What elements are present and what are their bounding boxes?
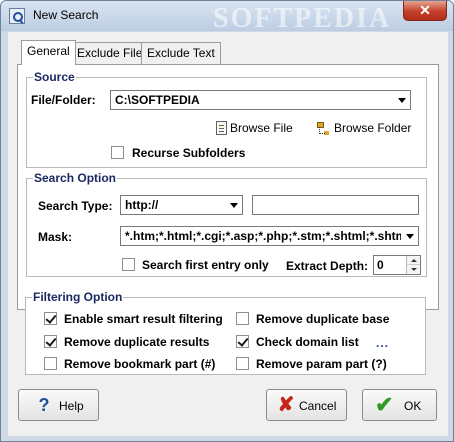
remove-duplicate-results-checkbox[interactable] (44, 335, 57, 348)
spin-up-icon[interactable] (406, 256, 420, 265)
title-bar[interactable]: New Search SOFTPEDIA ✕ (1, 1, 453, 34)
filtering-option-group: Filtering Option Enable smart result fil… (25, 289, 426, 375)
watermark-logo: SOFTPEDIA (213, 3, 392, 34)
recurse-subfolders-checkbox[interactable] (111, 146, 124, 159)
source-group: Source File/Folder: C:\SOFTPEDIA Browse … (26, 69, 427, 168)
search-type-combobox[interactable]: http:// (120, 195, 243, 215)
new-search-dialog: New Search SOFTPEDIA ✕ General Exclude F… (0, 0, 454, 442)
general-tab-panel: Source File/Folder: C:\SOFTPEDIA Browse … (17, 64, 439, 310)
cancel-button-label: Cancel (299, 399, 337, 413)
help-button-label: Help (59, 399, 84, 413)
smart-filtering-label: Enable smart result filtering (64, 312, 223, 326)
tab-exclude-text[interactable]: Exclude Text (141, 42, 221, 64)
tab-exclude-file[interactable]: Exclude File (71, 42, 149, 64)
remove-duplicate-results-label: Remove duplicate results (64, 335, 210, 349)
spin-down-icon[interactable] (406, 265, 420, 274)
smart-filtering-checkbox[interactable] (44, 312, 57, 325)
remove-duplicate-base-label: Remove duplicate base (256, 312, 390, 326)
file-icon (216, 121, 227, 135)
search-type-label: Search Type: (38, 199, 113, 213)
recurse-subfolders-label: Recurse Subfolders (132, 146, 246, 160)
search-option-group: Search Option Search Type: http:// Mask:… (26, 170, 427, 277)
ok-button-label: OK (404, 399, 422, 413)
mask-value: *.htm;*.html;*.cgi;*.asp;*.php;*.stm;*.s… (125, 229, 401, 243)
help-button[interactable]: ? Help (18, 389, 99, 421)
tab-general[interactable]: General (21, 40, 76, 65)
mask-label: Mask: (38, 230, 73, 244)
browse-file-label: Browse File (230, 121, 293, 135)
filtering-option-group-title: Filtering Option (32, 289, 124, 305)
search-option-group-title: Search Option (33, 170, 118, 186)
remove-param-label: Remove param part (?) (256, 357, 387, 371)
cancel-x-icon: ✘ (277, 394, 295, 416)
browse-folder-label: Browse Folder (334, 121, 412, 135)
browse-folder-button[interactable]: Browse Folder (315, 120, 411, 136)
search-app-icon (9, 8, 25, 24)
extract-depth-spinner[interactable]: 0 (373, 255, 421, 275)
search-type-value: http:// (125, 198, 159, 212)
close-icon: ✕ (419, 2, 431, 18)
domain-list-more-button[interactable]: ... (376, 336, 389, 350)
ok-check-icon: ✔ (375, 392, 394, 417)
search-first-entry-label: Search first entry only (142, 258, 269, 272)
check-domain-list-checkbox[interactable] (236, 335, 249, 348)
file-folder-combobox[interactable]: C:\SOFTPEDIA (110, 90, 411, 110)
chevron-down-icon[interactable] (225, 196, 242, 214)
cancel-button[interactable]: ✘ Cancel (266, 389, 347, 421)
extract-depth-value: 0 (377, 258, 384, 272)
mask-combobox[interactable]: *.htm;*.html;*.cgi;*.asp;*.php;*.stm;*.s… (120, 226, 419, 246)
close-button[interactable]: ✕ (403, 1, 447, 21)
remove-param-checkbox[interactable] (236, 357, 249, 370)
extract-depth-label: Extract Depth: (286, 259, 369, 273)
file-folder-label: File/Folder: (31, 93, 96, 107)
remove-bookmark-label: Remove bookmark part (#) (64, 357, 216, 371)
dialog-client-area: General Exclude File Exclude Text Source… (8, 32, 448, 436)
remove-duplicate-base-checkbox[interactable] (236, 312, 249, 325)
source-group-title: Source (33, 69, 76, 85)
window-title: New Search (33, 8, 99, 22)
check-domain-list-label: Check domain list (256, 335, 359, 349)
search-text-input[interactable] (252, 195, 419, 215)
folder-tree-icon (315, 121, 331, 135)
chevron-down-icon[interactable] (401, 227, 418, 245)
ok-button[interactable]: ✔ OK (362, 389, 437, 421)
browse-file-button[interactable]: Browse File (214, 120, 293, 136)
remove-bookmark-checkbox[interactable] (44, 357, 57, 370)
search-first-entry-checkbox[interactable] (122, 258, 135, 271)
help-icon: ? (38, 395, 50, 415)
file-folder-value: C:\SOFTPEDIA (115, 93, 200, 107)
chevron-down-icon[interactable] (393, 91, 410, 109)
